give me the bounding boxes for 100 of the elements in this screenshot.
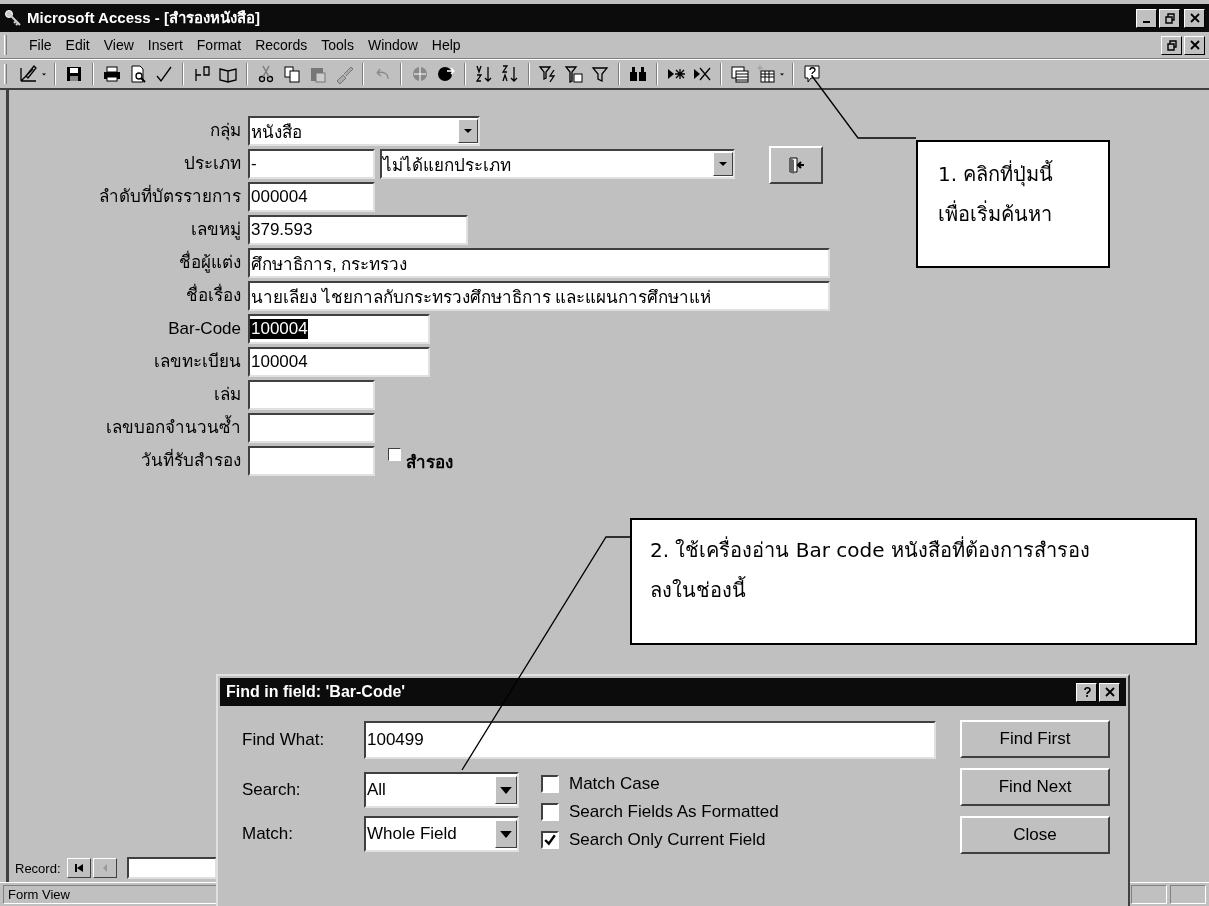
menu-item[interactable]: Edit [65,37,90,53]
callout-note: 2. ใช้เครื่องอ่าน Bar code หนังสือที่ต้องการสำรอง ลงในช่องนี้ [630,518,1197,645]
record-number-field[interactable] [126,857,217,879]
field-value: 379.593 [250,220,313,240]
filter-icon[interactable] [590,64,610,84]
match-label: Match: [242,824,295,844]
close-button[interactable] [1184,8,1205,28]
help-icon[interactable] [802,64,822,84]
text-field[interactable] [248,380,375,410]
field-label: ชื่อผู้แต่ง [9,248,241,278]
menu-item[interactable]: File [29,37,52,53]
menu-item[interactable]: Format [196,37,242,53]
filter-lightning-icon[interactable] [538,64,558,84]
text-field[interactable] [248,413,375,443]
new-object-icon[interactable] [756,64,776,84]
spelling-icon[interactable] [154,64,174,84]
field-label: เล่ม [213,384,241,406]
close-button[interactable] [1184,35,1205,55]
checkbox[interactable] [541,803,559,821]
restore-button[interactable] [1161,35,1182,55]
close-icon [1188,39,1201,51]
field-label: เลขทะเบียน [153,351,241,373]
search-label: Search: [242,780,302,800]
status-panel [1131,885,1167,904]
dropdown-field[interactable]: หนังสือ [248,116,480,146]
status-panel [1170,885,1206,904]
field-label: ชื่อเรื่อง [9,281,241,311]
dialog-title: Find in field: 'Bar-Code' [226,683,406,701]
find-what-field[interactable]: 100499 [364,721,936,759]
checkbox[interactable] [388,448,401,461]
text-field[interactable]: 100004 [248,347,430,377]
checkbox[interactable] [541,775,559,793]
field-label: ประเภท [183,153,241,175]
exit-door-button[interactable] [769,146,823,184]
restore-icon [1165,39,1178,51]
text-field[interactable] [248,446,375,476]
find-what-label: Find What: [242,730,326,750]
restore-icon [1163,12,1176,24]
window-title: Microsoft Access - [สำรองหนังสือ] [27,8,260,28]
dialog-button[interactable]: Close [960,816,1110,854]
minimize-icon [1143,21,1150,23]
checkbox-label: สำรอง [406,451,453,474]
menu-item[interactable]: Records [255,37,308,53]
field-label: เลขบอกจำนวนซ้ำ [9,413,241,443]
save-icon[interactable] [64,64,84,84]
close-icon [1188,12,1201,24]
record-label: Record: [15,860,61,876]
field-label: Bar-Code [167,318,241,340]
door-arrow-icon [786,155,806,175]
text-field[interactable]: ศึกษาธิการ, กระทรวง [248,248,830,278]
grip-handle[interactable] [4,35,7,55]
field-value: 100004 [250,319,308,339]
key-icon [4,9,22,27]
text-field[interactable]: 379.593 [248,215,468,245]
minimize-button[interactable] [1136,8,1157,28]
checkbox[interactable] [541,831,559,849]
field-value: 000004 [250,187,308,207]
sort-descending-icon[interactable] [500,64,520,84]
sort-ascending-icon[interactable] [474,64,494,84]
first-record-button[interactable] [66,858,91,878]
menu-item[interactable]: Tools [321,37,354,53]
callout-note: 1. คลิกที่ปุ่มนี้ เพื่อเริ่มค้นหา [916,140,1110,268]
menu-item[interactable]: Help [431,37,461,53]
print-preview-icon[interactable] [128,64,148,84]
text-field[interactable]: 000004 [248,182,375,212]
text-field[interactable]: นายเลียง ไชยกาลกับกระทรวงศึกษาธิการ และแผนการศึกษาแห่ [248,281,830,311]
field-value: นายเลียง ไชยกาลกับกระทรวงศึกษาธิการ และแผนการศึกษาแห่ [250,286,712,309]
close-icon [1103,686,1116,698]
match-dropdown[interactable]: Whole Field [364,816,519,852]
help-button[interactable] [1076,682,1097,702]
text-field[interactable]: - [248,149,375,179]
scissors-icon[interactable] [256,64,276,84]
dropdown-field[interactable]: ไม่ได้แยกประเภท [380,149,735,179]
dialog-button[interactable]: Find First [960,720,1110,758]
checkbox-label: Search Only Current Field [569,830,766,850]
first-record-icon [73,863,84,873]
menu-item[interactable]: Insert [147,37,183,53]
filter-form-icon[interactable] [564,64,584,84]
field-label: กลุ่ม [209,120,241,143]
menu-item[interactable]: Window [367,37,418,53]
search-dropdown[interactable]: All [364,772,519,808]
printer-icon[interactable] [102,64,122,84]
field-value: 100004 [250,352,308,372]
restore-button[interactable] [1159,8,1180,28]
field-label: วันที่รับสำรอง [9,446,241,476]
text-field[interactable]: 100004 [248,314,430,344]
close-button[interactable] [1099,682,1120,702]
globe-arrow-icon[interactable] [436,64,456,84]
previous-record-button[interactable] [92,858,117,878]
copy-icon[interactable] [282,64,302,84]
field-label: ลำดับที่บัตรรายการ [9,182,241,212]
database-window-icon[interactable] [730,64,750,84]
binoculars-icon[interactable] [628,64,648,84]
grip-handle[interactable] [4,64,7,84]
field-label: เลขหมู่ [190,219,241,242]
checkbox-label: Match Case [569,774,660,794]
design-view-icon[interactable] [18,64,38,84]
checkbox-label: Search Fields As Formatted [569,802,779,822]
menu-item[interactable]: View [103,37,134,53]
dialog-button[interactable]: Find Next [960,768,1110,806]
